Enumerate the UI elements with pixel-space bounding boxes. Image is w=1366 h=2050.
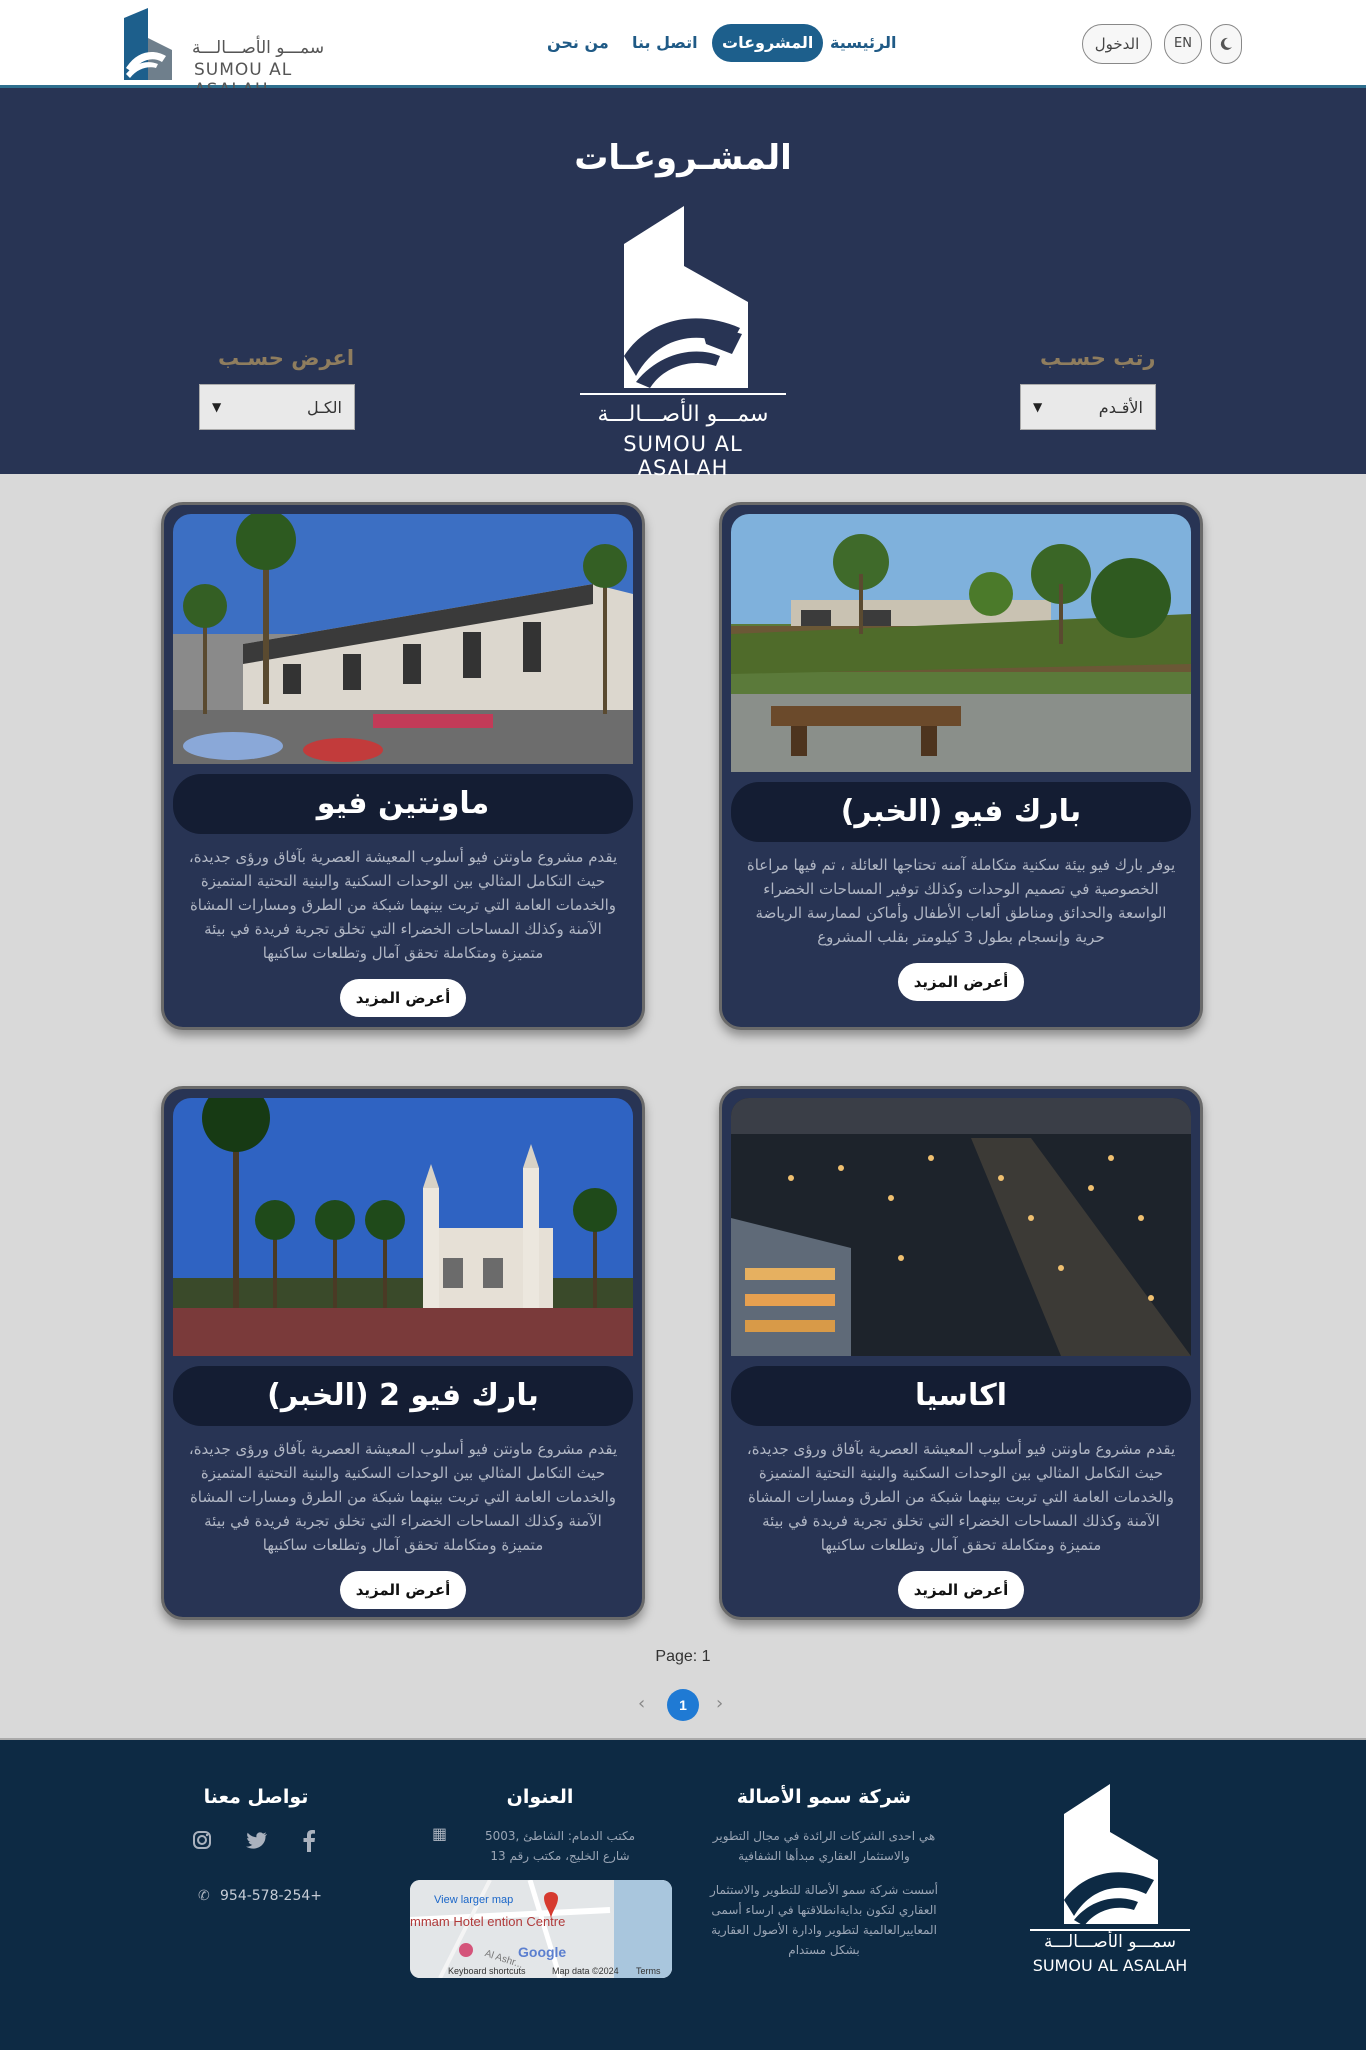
view-more-button[interactable]: أعرض المزيد (340, 1571, 466, 1609)
project-title: بارك فيو (الخبر) (731, 782, 1191, 842)
view-more-button[interactable]: أعرض المزيد (898, 1571, 1024, 1609)
project-description: يقدم مشروع ماونتن فيو أسلوب المعيشة العص… (746, 1440, 1176, 1554)
map-icon: ▦ (432, 1824, 448, 1843)
sort-select[interactable]: ▼ الأقـدم (1020, 384, 1156, 430)
filter-select-value: الكـل (307, 397, 342, 417)
login-button[interactable]: الدخول (1082, 24, 1152, 64)
hero-banner: المشـروعـات سمـــو الأصـــالـــة SUMOU A… (0, 88, 1366, 480)
project-title: اكاسيا (731, 1366, 1191, 1426)
instagram-icon[interactable] (192, 1830, 212, 1855)
project-description: يقدم مشروع ماونتن فيو أسلوب المعيشة العص… (188, 848, 618, 962)
logo-arabic-text: سمـــو الأصـــالـــة (192, 38, 325, 58)
project-image (173, 514, 633, 764)
nav-contact[interactable]: اتصل بنا (632, 24, 698, 62)
twitter-icon[interactable] (246, 1830, 268, 1855)
footer-logo-english: SUMOU AL ASALAH (1032, 1956, 1188, 1975)
footer-company-text: هي احدى الشركات الرائدة في مجال التطوير … (712, 1829, 936, 1863)
filter-label: اعرض حسـب (218, 346, 355, 370)
page-title: المشـروعـات (574, 138, 792, 178)
nav-about[interactable]: من نحن (547, 24, 609, 62)
nav-projects[interactable]: المشروعات (712, 24, 824, 62)
chevron-right-icon[interactable]: › (716, 1693, 723, 1714)
project-card: بارك فيو 2 (الخبر) يقدم مشروع ماونتن فيو… (161, 1086, 645, 1620)
project-card: اكاسيا يقدم مشروع ماونتن فيو أسلوب المعي… (719, 1086, 1203, 1620)
google-logo: Google (518, 1944, 567, 1960)
filter-select[interactable]: ▼ الكـل (199, 384, 355, 430)
map-place-label: mmam Hotel ention Centre (410, 1914, 566, 1929)
view-more-button[interactable]: أعرض المزيد (898, 963, 1024, 1001)
chevron-left-icon[interactable]: ‹ (638, 1693, 645, 1714)
location-map[interactable]: View larger map mmam Hotel ention Centre… (410, 1880, 672, 1978)
logo-mark-icon (580, 206, 786, 395)
view-more-button[interactable]: أعرض المزيد (340, 979, 466, 1017)
project-title: بارك فيو 2 (الخبر) (173, 1366, 633, 1426)
top-navbar: سمـــو الأصـــالـــة SUMOU AL ASALAH الر… (0, 0, 1366, 100)
project-image (731, 1098, 1191, 1356)
facebook-icon[interactable] (302, 1830, 316, 1857)
footer-logo: سمـــو الأصـــالـــة SUMOU AL ASALAH (1030, 1784, 1190, 1975)
phone-icon: ✆ (198, 1888, 210, 1904)
page-indicator: Page: 1 (655, 1648, 711, 1665)
chevron-down-icon: ▼ (1033, 400, 1043, 414)
project-description: يقدم مشروع ماونتن فيو أسلوب المعيشة العص… (188, 1440, 618, 1554)
view-larger-map-link[interactable]: View larger map (434, 1894, 513, 1906)
sort-select-value: الأقـدم (1098, 397, 1143, 417)
footer-contact-title: تواصل معنا (203, 1786, 309, 1808)
project-card: ماونتين فيو يقدم مشروع ماونتن فيو أسلوب … (161, 502, 645, 1030)
footer-logo-arabic: سمـــو الأصـــالـــة (1043, 1932, 1177, 1952)
brand-logo[interactable]: سمـــو الأصـــالـــة SUMOU AL ASALAH (122, 8, 362, 100)
project-title: ماونتين فيو (173, 774, 633, 834)
footer-company-title: شركة سمو الأصالة (736, 1786, 912, 1808)
footer-address-title: العنوان (506, 1786, 574, 1808)
theme-toggle-button[interactable] (1210, 24, 1242, 64)
nav-home[interactable]: الرئيسية (830, 24, 897, 62)
map-keyboard-shortcuts[interactable]: Keyboard shortcuts (448, 1966, 526, 1976)
footer-address-text: مكتب الدمام: الشاطئ ,5003 شارع الخليج، م… (484, 1829, 635, 1863)
language-toggle-button[interactable]: EN (1164, 24, 1202, 64)
footer-company-text: أسست شركة سمو الأصالة للتطوير والاستثمار… (710, 1883, 938, 1957)
page-button-current[interactable]: 1 (667, 1689, 699, 1721)
project-image (731, 514, 1191, 772)
hero-logo: سمـــو الأصـــالـــة SUMOU AL ASALAH (580, 206, 786, 480)
logo-mark-icon (1030, 1784, 1190, 1931)
footer-phone[interactable]: 954-578-254+ (220, 1888, 322, 1904)
project-description: يوفر بارك فيو بيئة سكنية متكاملة آمنه تح… (746, 856, 1176, 946)
hero-logo-english: SUMOU AL ASALAH (623, 432, 743, 480)
logo-mark-icon (124, 8, 172, 80)
sort-label: رتب حسـب (1040, 346, 1156, 370)
map-terms-link[interactable]: Terms (636, 1966, 661, 1976)
chevron-down-icon: ▼ (212, 400, 222, 414)
moon-icon (1220, 37, 1232, 50)
hero-logo-arabic: سمـــو الأصـــالـــة (597, 402, 769, 427)
project-image (173, 1098, 633, 1356)
project-card: بارك فيو (الخبر) يوفر بارك فيو بيئة سكني… (719, 502, 1203, 1030)
map-data-credit: Map data ©2024 (552, 1966, 619, 1976)
